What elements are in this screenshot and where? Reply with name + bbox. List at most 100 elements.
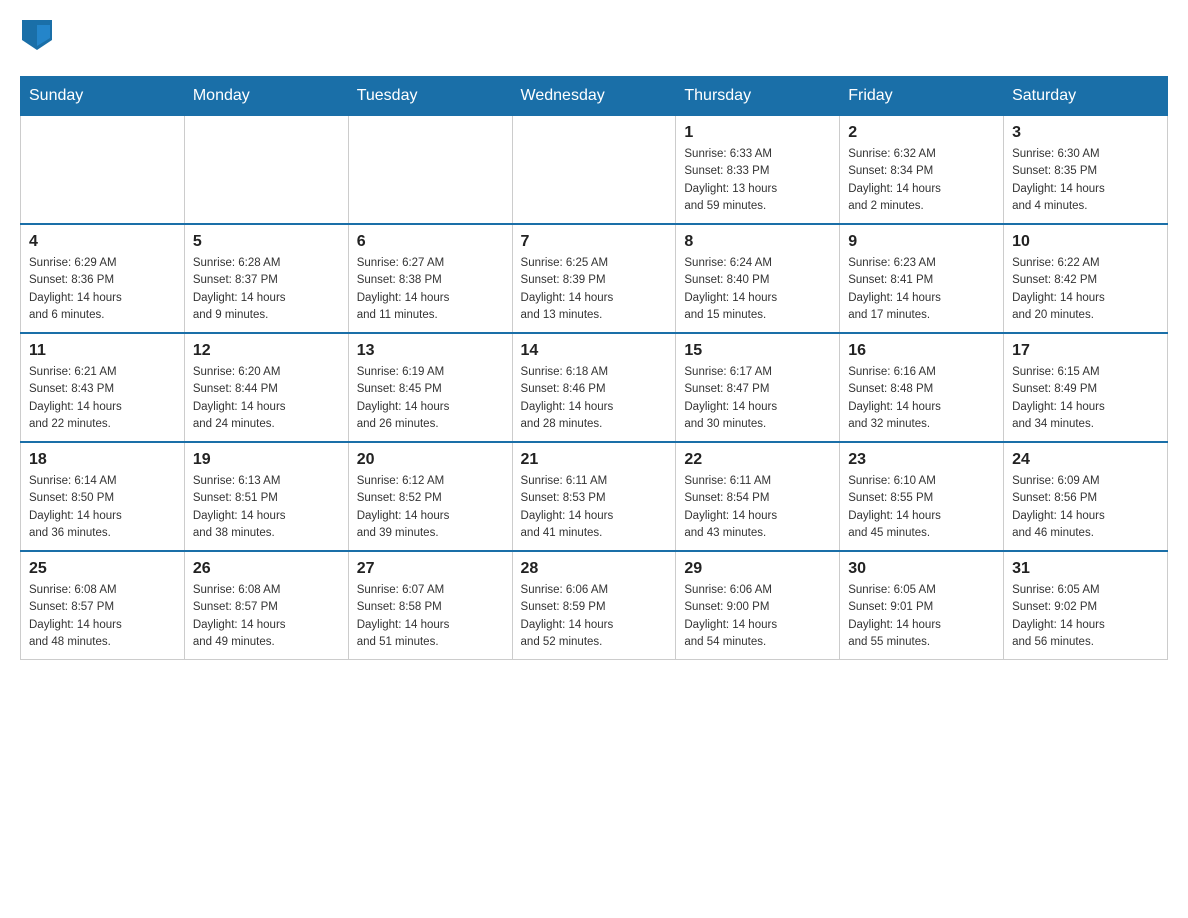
calendar-cell bbox=[512, 116, 676, 225]
day-number: 25 bbox=[29, 560, 176, 578]
day-number: 5 bbox=[193, 233, 340, 251]
day-number: 6 bbox=[357, 233, 504, 251]
day-info: Sunrise: 6:22 AM Sunset: 8:42 PM Dayligh… bbox=[1012, 255, 1159, 324]
day-info: Sunrise: 6:11 AM Sunset: 8:53 PM Dayligh… bbox=[521, 473, 668, 542]
day-info: Sunrise: 6:06 AM Sunset: 8:59 PM Dayligh… bbox=[521, 582, 668, 651]
calendar-cell: 19 Sunrise: 6:13 AM Sunset: 8:51 PM Dayli… bbox=[184, 442, 348, 551]
calendar-cell: 1Sunrise: 6:33 AM Sunset: 8:33 PM Daylig… bbox=[676, 116, 840, 225]
day-info: Sunrise: 6:19 AM Sunset: 8:45 PM Dayligh… bbox=[357, 364, 504, 433]
weekday-header-tuesday: Tuesday bbox=[348, 77, 512, 116]
day-info: Sunrise: 6:11 AM Sunset: 8:54 PM Dayligh… bbox=[684, 473, 831, 542]
day-info: Sunrise: 6:05 AM Sunset: 9:01 PM Dayligh… bbox=[848, 582, 995, 651]
logo-icon bbox=[22, 20, 52, 50]
day-number: 4 bbox=[29, 233, 176, 251]
day-info: Sunrise: 6:32 AM Sunset: 8:34 PM Dayligh… bbox=[848, 146, 995, 215]
calendar-cell: 20 Sunrise: 6:12 AM Sunset: 8:52 PM Dayli… bbox=[348, 442, 512, 551]
day-number: 15 bbox=[684, 342, 831, 360]
calendar-cell: 22Sunrise: 6:11 AM Sunset: 8:54 PM Dayli… bbox=[676, 442, 840, 551]
day-number: 11 bbox=[29, 342, 176, 360]
calendar-cell: 13 Sunrise: 6:19 AM Sunset: 8:45 PM Dayli… bbox=[348, 333, 512, 442]
calendar-cell: 24Sunrise: 6:09 AM Sunset: 8:56 PM Dayli… bbox=[1004, 442, 1168, 551]
calendar-cell: 4 Sunrise: 6:29 AM Sunset: 8:36 PM Daylig… bbox=[21, 224, 185, 333]
day-info: Sunrise: 6:20 AM Sunset: 8:44 PM Dayligh… bbox=[193, 364, 340, 433]
day-info: Sunrise: 6:25 AM Sunset: 8:39 PM Dayligh… bbox=[521, 255, 668, 324]
calendar-cell: 21 Sunrise: 6:11 AM Sunset: 8:53 PM Dayli… bbox=[512, 442, 676, 551]
day-number: 21 bbox=[521, 451, 668, 469]
calendar-cell: 11 Sunrise: 6:21 AM Sunset: 8:43 PM Dayli… bbox=[21, 333, 185, 442]
day-number: 14 bbox=[521, 342, 668, 360]
calendar-week-3: 11 Sunrise: 6:21 AM Sunset: 8:43 PM Dayli… bbox=[21, 333, 1168, 442]
day-info: Sunrise: 6:13 AM Sunset: 8:51 PM Dayligh… bbox=[193, 473, 340, 542]
calendar-cell: 6 Sunrise: 6:27 AM Sunset: 8:38 PM Daylig… bbox=[348, 224, 512, 333]
weekday-header-wednesday: Wednesday bbox=[512, 77, 676, 116]
calendar-cell bbox=[348, 116, 512, 225]
calendar-cell: 17 Sunrise: 6:15 AM Sunset: 8:49 PM Dayli… bbox=[1004, 333, 1168, 442]
day-number: 29 bbox=[684, 560, 831, 578]
weekday-header-row: SundayMondayTuesdayWednesdayThursdayFrid… bbox=[21, 77, 1168, 116]
day-info: Sunrise: 6:15 AM Sunset: 8:49 PM Dayligh… bbox=[1012, 364, 1159, 433]
calendar-cell: 12 Sunrise: 6:20 AM Sunset: 8:44 PM Dayli… bbox=[184, 333, 348, 442]
calendar-cell: 10 Sunrise: 6:22 AM Sunset: 8:42 PM Dayli… bbox=[1004, 224, 1168, 333]
calendar-cell: 2 Sunrise: 6:32 AM Sunset: 8:34 PM Daylig… bbox=[840, 116, 1004, 225]
logo bbox=[20, 20, 52, 56]
calendar-cell: 30 Sunrise: 6:05 AM Sunset: 9:01 PM Dayli… bbox=[840, 551, 1004, 660]
day-number: 9 bbox=[848, 233, 995, 251]
day-info: Sunrise: 6:18 AM Sunset: 8:46 PM Dayligh… bbox=[521, 364, 668, 433]
day-number: 19 bbox=[193, 451, 340, 469]
day-info: Sunrise: 6:33 AM Sunset: 8:33 PM Dayligh… bbox=[684, 146, 831, 215]
day-number: 20 bbox=[357, 451, 504, 469]
calendar-cell: 26 Sunrise: 6:08 AM Sunset: 8:57 PM Dayli… bbox=[184, 551, 348, 660]
calendar-table: SundayMondayTuesdayWednesdayThursdayFrid… bbox=[20, 76, 1168, 660]
calendar-cell: 16 Sunrise: 6:16 AM Sunset: 8:48 PM Dayli… bbox=[840, 333, 1004, 442]
day-number: 27 bbox=[357, 560, 504, 578]
calendar-cell: 29Sunrise: 6:06 AM Sunset: 9:00 PM Dayli… bbox=[676, 551, 840, 660]
day-info: Sunrise: 6:21 AM Sunset: 8:43 PM Dayligh… bbox=[29, 364, 176, 433]
calendar-cell: 18 Sunrise: 6:14 AM Sunset: 8:50 PM Dayli… bbox=[21, 442, 185, 551]
day-info: Sunrise: 6:30 AM Sunset: 8:35 PM Dayligh… bbox=[1012, 146, 1159, 215]
day-info: Sunrise: 6:08 AM Sunset: 8:57 PM Dayligh… bbox=[29, 582, 176, 651]
calendar-cell: 3Sunrise: 6:30 AM Sunset: 8:35 PM Daylig… bbox=[1004, 116, 1168, 225]
calendar-cell: 31 Sunrise: 6:05 AM Sunset: 9:02 PM Dayli… bbox=[1004, 551, 1168, 660]
day-info: Sunrise: 6:07 AM Sunset: 8:58 PM Dayligh… bbox=[357, 582, 504, 651]
calendar-cell: 5 Sunrise: 6:28 AM Sunset: 8:37 PM Daylig… bbox=[184, 224, 348, 333]
calendar-cell: 8Sunrise: 6:24 AM Sunset: 8:40 PM Daylig… bbox=[676, 224, 840, 333]
calendar-cell bbox=[21, 116, 185, 225]
calendar-week-2: 4 Sunrise: 6:29 AM Sunset: 8:36 PM Daylig… bbox=[21, 224, 1168, 333]
day-info: Sunrise: 6:16 AM Sunset: 8:48 PM Dayligh… bbox=[848, 364, 995, 433]
weekday-header-thursday: Thursday bbox=[676, 77, 840, 116]
day-info: Sunrise: 6:08 AM Sunset: 8:57 PM Dayligh… bbox=[193, 582, 340, 651]
calendar-cell: 9 Sunrise: 6:23 AM Sunset: 8:41 PM Daylig… bbox=[840, 224, 1004, 333]
calendar-cell: 28Sunrise: 6:06 AM Sunset: 8:59 PM Dayli… bbox=[512, 551, 676, 660]
day-info: Sunrise: 6:29 AM Sunset: 8:36 PM Dayligh… bbox=[29, 255, 176, 324]
day-number: 17 bbox=[1012, 342, 1159, 360]
calendar-cell: 27 Sunrise: 6:07 AM Sunset: 8:58 PM Dayli… bbox=[348, 551, 512, 660]
day-number: 31 bbox=[1012, 560, 1159, 578]
calendar-cell: 14 Sunrise: 6:18 AM Sunset: 8:46 PM Dayli… bbox=[512, 333, 676, 442]
calendar-cell: 25 Sunrise: 6:08 AM Sunset: 8:57 PM Dayli… bbox=[21, 551, 185, 660]
calendar-week-5: 25 Sunrise: 6:08 AM Sunset: 8:57 PM Dayli… bbox=[21, 551, 1168, 660]
day-info: Sunrise: 6:27 AM Sunset: 8:38 PM Dayligh… bbox=[357, 255, 504, 324]
day-number: 16 bbox=[848, 342, 995, 360]
day-number: 24 bbox=[1012, 451, 1159, 469]
calendar-week-4: 18 Sunrise: 6:14 AM Sunset: 8:50 PM Dayli… bbox=[21, 442, 1168, 551]
day-info: Sunrise: 6:12 AM Sunset: 8:52 PM Dayligh… bbox=[357, 473, 504, 542]
calendar-week-1: 1Sunrise: 6:33 AM Sunset: 8:33 PM Daylig… bbox=[21, 116, 1168, 225]
weekday-header-monday: Monday bbox=[184, 77, 348, 116]
day-number: 12 bbox=[193, 342, 340, 360]
day-number: 10 bbox=[1012, 233, 1159, 251]
calendar-cell: 23Sunrise: 6:10 AM Sunset: 8:55 PM Dayli… bbox=[840, 442, 1004, 551]
weekday-header-saturday: Saturday bbox=[1004, 77, 1168, 116]
day-info: Sunrise: 6:23 AM Sunset: 8:41 PM Dayligh… bbox=[848, 255, 995, 324]
day-number: 13 bbox=[357, 342, 504, 360]
day-number: 18 bbox=[29, 451, 176, 469]
day-number: 26 bbox=[193, 560, 340, 578]
day-info: Sunrise: 6:28 AM Sunset: 8:37 PM Dayligh… bbox=[193, 255, 340, 324]
day-number: 23 bbox=[848, 451, 995, 469]
day-number: 2 bbox=[848, 124, 995, 142]
weekday-header-sunday: Sunday bbox=[21, 77, 185, 116]
day-number: 30 bbox=[848, 560, 995, 578]
day-info: Sunrise: 6:14 AM Sunset: 8:50 PM Dayligh… bbox=[29, 473, 176, 542]
day-info: Sunrise: 6:17 AM Sunset: 8:47 PM Dayligh… bbox=[684, 364, 831, 433]
calendar-cell: 7Sunrise: 6:25 AM Sunset: 8:39 PM Daylig… bbox=[512, 224, 676, 333]
day-info: Sunrise: 6:05 AM Sunset: 9:02 PM Dayligh… bbox=[1012, 582, 1159, 651]
